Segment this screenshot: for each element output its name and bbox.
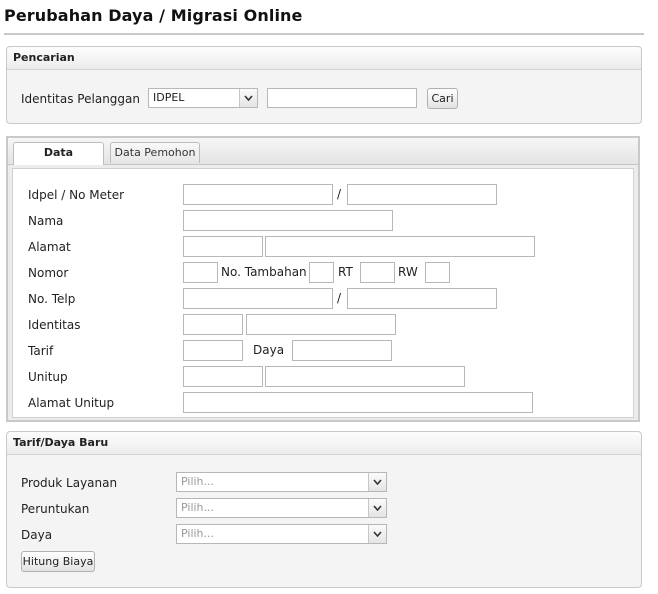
produk-value: Pilih... [181,475,215,488]
customer-id-label: Identitas Pelanggan [21,92,140,106]
unitup-label: Unitup [28,370,68,384]
tab-data-pelanggan[interactable]: Data Pelanggan [13,142,104,179]
customer-form: Idpel / No Meter / Nama Alamat Nomor No.… [12,168,634,418]
idpel-label: Idpel / No Meter [28,188,125,202]
telp-separator: / [337,291,342,305]
id-type-select[interactable]: IDPEL [148,88,258,108]
calculate-cost-button[interactable]: Hitung Biaya [21,551,95,572]
produk-select[interactable]: Pilih... [176,472,387,492]
new-daya-select[interactable]: Pilih... [176,524,387,544]
telp-label: No. Telp [28,292,76,306]
chevron-down-icon [368,499,386,517]
tambahan-label: No. Tambahan [221,265,307,279]
identitas-label: Identitas [28,318,81,332]
search-panel-header: Pencarian [7,47,641,70]
customer-tabs: Data Pelanggan Data Pemohon Idpel / No M… [6,136,640,422]
telp-input[interactable] [183,288,333,309]
id-type-value: IDPEL [153,91,185,104]
title-divider [4,33,644,35]
new-daya-value: Pilih... [181,527,215,540]
alamat-unitup-input[interactable] [183,392,533,413]
meter-number-input[interactable] [347,184,497,205]
identitas-type-input[interactable] [183,314,243,335]
search-panel: Pencarian Identitas Pelanggan IDPEL Cari [6,46,642,124]
chevron-down-icon [239,89,257,107]
tarif-input[interactable] [183,340,243,361]
new-tariff-header: Tarif/Daya Baru [7,432,641,455]
tab-strip: Data Pelanggan Data Pemohon [8,138,638,179]
unitup-code-input[interactable] [183,366,263,387]
peruntukan-label: Peruntukan [21,502,90,516]
page-title: Perubahan Daya / Migrasi Online [4,6,303,25]
rt-input[interactable] [360,262,395,283]
identitas-number-input[interactable] [246,314,396,335]
rw-label: RW [398,265,418,279]
search-input[interactable] [267,88,417,108]
tambahan-input[interactable] [309,262,334,283]
peruntukan-select[interactable]: Pilih... [176,498,387,518]
alamat-code-input[interactable] [183,236,263,257]
search-button[interactable]: Cari [427,88,458,109]
nama-label: Nama [28,214,64,228]
alamat-input[interactable] [265,236,535,257]
new-daya-label: Daya [21,528,53,542]
produk-label: Produk Layanan [21,476,118,490]
nomor-label: Nomor [28,266,69,280]
nama-input[interactable] [183,210,393,231]
unitup-name-input[interactable] [265,366,465,387]
rw-input[interactable] [425,262,450,283]
idpel-separator: / [337,187,342,201]
telp-alt-input[interactable] [347,288,497,309]
idpel-input[interactable] [183,184,333,205]
chevron-down-icon [368,473,386,491]
tab-data-pemohon[interactable]: Data Pemohon [110,142,200,163]
daya-input[interactable] [292,340,392,361]
chevron-down-icon [368,525,386,543]
daya-label: Daya [253,343,285,357]
nomor-input[interactable] [183,262,218,283]
alamat-label: Alamat [28,240,71,254]
rt-label: RT [338,265,353,279]
alamat-unitup-label: Alamat Unitup [28,396,115,410]
tarif-label: Tarif [28,344,54,358]
new-tariff-panel: Tarif/Daya Baru Produk Layanan Pilih... … [6,431,642,588]
peruntukan-value: Pilih... [181,501,215,514]
